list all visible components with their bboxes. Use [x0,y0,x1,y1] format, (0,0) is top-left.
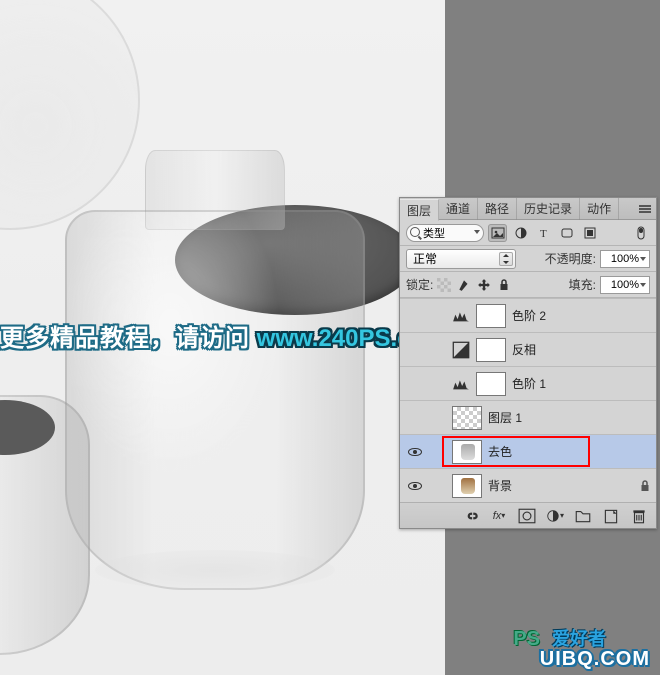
image-filter-icon [491,226,505,240]
filter-adjust-button[interactable] [511,224,530,242]
visibility-toggle[interactable] [406,307,424,325]
layer-name[interactable]: 图层 1 [488,409,522,426]
layer-filter-row: T [400,220,656,246]
blend-row: 正常 不透明度: 100% [400,246,656,272]
lock-label: 锁定: [406,276,433,293]
lock-move-button[interactable] [477,278,491,292]
layer-row[interactable]: 色阶 2 [400,298,656,332]
search-icon [410,227,420,237]
fill-input[interactable]: 100% [600,276,650,294]
lock-all-button[interactable] [497,278,511,292]
lock-all-icon [499,279,509,291]
layer-thumb[interactable] [452,406,482,430]
filter-image-button[interactable] [488,224,507,242]
eye-icon [408,482,422,490]
opacity-input[interactable]: 100% [600,250,650,268]
add-mask-button[interactable] [518,507,536,525]
layer-name[interactable]: 去色 [488,443,512,460]
watermark-url: UIBQ.COM [540,648,650,671]
layer-row[interactable]: 色阶 1 [400,366,656,400]
new-adjustment-button[interactable]: ▾ [546,507,564,525]
panel-footer: fx▾ ▾ [400,502,656,528]
visibility-toggle[interactable] [406,341,424,359]
text-filter-icon: T [537,226,551,240]
layer-mask-thumb[interactable] [476,372,506,396]
new-layer-icon [602,507,620,525]
panel-menu-button[interactable] [634,198,656,220]
filter-shape-button[interactable] [557,224,576,242]
toggle-icon [634,226,648,240]
filter-toggle-switch[interactable] [631,224,650,242]
layer-mask-thumb[interactable] [476,338,506,362]
lock-paint-icon [457,278,471,292]
layers-panel: 图层 通道 路径 历史记录 动作 T 正常 [399,197,657,529]
link-layer-icon [462,507,480,525]
new-group-icon [574,507,592,525]
panel-tabs: 图层 通道 路径 历史记录 动作 [400,198,656,220]
lock-move-icon [477,278,491,292]
chevron-down-icon [640,283,646,287]
layer-filter-select[interactable] [406,224,484,242]
invert-icon [452,343,470,357]
levels-icon [452,377,470,391]
smart-filter-icon [583,226,597,240]
lock-transparency-icon [437,278,451,292]
fill-value: 100% [611,279,639,291]
new-layer-button[interactable] [602,507,620,525]
opacity-value: 100% [611,253,639,265]
blend-mode-value: 正常 [413,252,437,266]
new-adjustment-icon [546,509,560,523]
shape-filter-icon [560,226,574,240]
svg-text:T: T [540,228,547,240]
new-group-button[interactable] [574,507,592,525]
visibility-toggle[interactable] [406,443,424,461]
filter-smart-button[interactable] [580,224,599,242]
opacity-label: 不透明度: [545,250,596,267]
tab-paths[interactable]: 路径 [478,198,517,220]
layer-mask-thumb[interactable] [476,304,506,328]
lock-icon [640,480,650,492]
visibility-toggle[interactable] [406,409,424,427]
layer-fx-icon: fx [493,510,502,522]
fill-label: 填充: [569,276,596,293]
layer-thumb[interactable] [452,440,482,464]
jar-main-subject [55,150,375,600]
layer-row[interactable]: 反相 [400,332,656,366]
layer-row[interactable]: 背景 [400,468,656,502]
adjustment-filter-icon [514,226,528,240]
delete-layer-icon [630,507,648,525]
layer-fx-button[interactable]: fx▾ [490,507,508,525]
tab-actions[interactable]: 动作 [580,198,619,220]
levels-icon [452,309,470,323]
layer-name[interactable]: 色阶 1 [512,375,546,392]
tab-history[interactable]: 历史记录 [517,198,580,220]
watermark-ps: PS [513,628,540,651]
tab-layers[interactable]: 图层 [400,199,439,221]
app-stage: 更多精品教程，请访问 www.240PS.com PS 爱好者 UIBQ.COM… [0,0,660,675]
visibility-toggle[interactable] [406,477,424,495]
lock-transparency-button[interactable] [437,278,451,292]
chevron-down-icon [640,257,646,261]
link-layer-button[interactable] [462,507,480,525]
add-mask-icon [518,507,536,525]
chevron-down-icon [474,230,480,234]
layer-row[interactable]: 去色 [400,434,656,468]
filter-text-button[interactable]: T [534,224,553,242]
layer-thumb[interactable] [452,474,482,498]
tab-channels[interactable]: 通道 [439,198,478,220]
delete-layer-button[interactable] [630,507,648,525]
eye-icon [408,448,422,456]
canvas-image: 更多精品教程，请访问 www.240PS.com [0,0,445,675]
layer-name[interactable]: 反相 [512,341,536,358]
panel-menu-icon [639,205,651,213]
lock-row: 锁定: 填充: 100% [400,272,656,298]
layer-row[interactable]: 图层 1 [400,400,656,434]
visibility-toggle[interactable] [406,375,424,393]
layer-name[interactable]: 色阶 2 [512,307,546,324]
layers-list: 色阶 2 反相 色阶 1 图 [400,298,656,502]
blend-mode-select[interactable]: 正常 [406,249,516,269]
lock-paint-button[interactable] [457,278,471,292]
layer-name[interactable]: 背景 [488,477,512,494]
stepper-icon [499,252,513,266]
